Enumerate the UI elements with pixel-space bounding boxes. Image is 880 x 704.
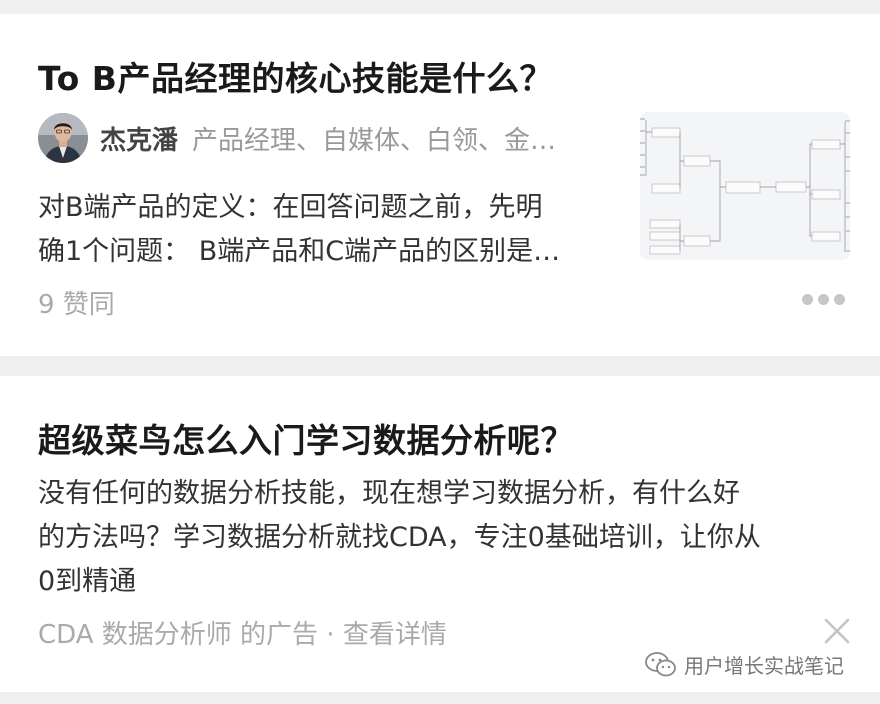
ad-source-link[interactable]: CDA 数据分析师 的广告 · 查看详情 — [38, 614, 447, 651]
answer-excerpt[interactable]: 对B端产品的定义：在回答问题之前，先明 确1个问题： B端产品和C端产品的区别是… — [38, 186, 620, 274]
like-count[interactable]: 9 赞同 — [38, 284, 115, 321]
ad-body[interactable]: 没有任何的数据分析技能，现在想学习数据分析，有什么好 的方法吗？学习数据分析就找… — [38, 472, 858, 604]
more-dots-icon[interactable] — [802, 294, 845, 305]
ad-title[interactable]: 超级菜鸟怎么入门学习数据分析呢？ — [38, 414, 574, 462]
wechat-icon — [645, 651, 676, 676]
close-icon[interactable] — [824, 618, 850, 644]
watermark: 用户增长实战笔记 — [644, 650, 844, 679]
answer-title[interactable]: To B产品经理的核心技能是什么？ — [38, 52, 553, 100]
mindmap-thumbnail[interactable] — [640, 112, 850, 260]
author-tags: 产品经理、自媒体、白领、金… — [192, 125, 557, 156]
author-name[interactable]: 杰克潘 — [100, 120, 178, 157]
excerpt-line: 对B端产品的定义：在回答问题之前，先明 — [38, 192, 543, 223]
ad-body-line: 没有任何的数据分析技能，现在想学习数据分析，有什么好 — [38, 478, 740, 509]
avatar[interactable] — [38, 113, 88, 163]
author-row[interactable]: 杰克潘 产品经理、自媒体、白领、金… — [38, 112, 604, 164]
answer-card[interactable]: To B产品经理的核心技能是什么？ 杰克潘 产品经理、自媒体、白领、金… 对B端… — [0, 14, 880, 356]
dot — [818, 294, 829, 305]
ad-body-line: 的方法吗？学习数据分析就找CDA，专注0基础培训，让你从 — [38, 522, 761, 553]
ad-body-line: 0到精通 — [38, 566, 137, 597]
dot — [834, 294, 845, 305]
excerpt-line: 确1个问题： B端产品和C端产品的区别是… — [38, 236, 561, 267]
dot — [802, 294, 813, 305]
watermark-text: 用户增长实战笔记 — [684, 654, 844, 678]
ad-card[interactable]: 超级菜鸟怎么入门学习数据分析呢？ 没有任何的数据分析技能，现在想学习数据分析，有… — [0, 376, 880, 692]
